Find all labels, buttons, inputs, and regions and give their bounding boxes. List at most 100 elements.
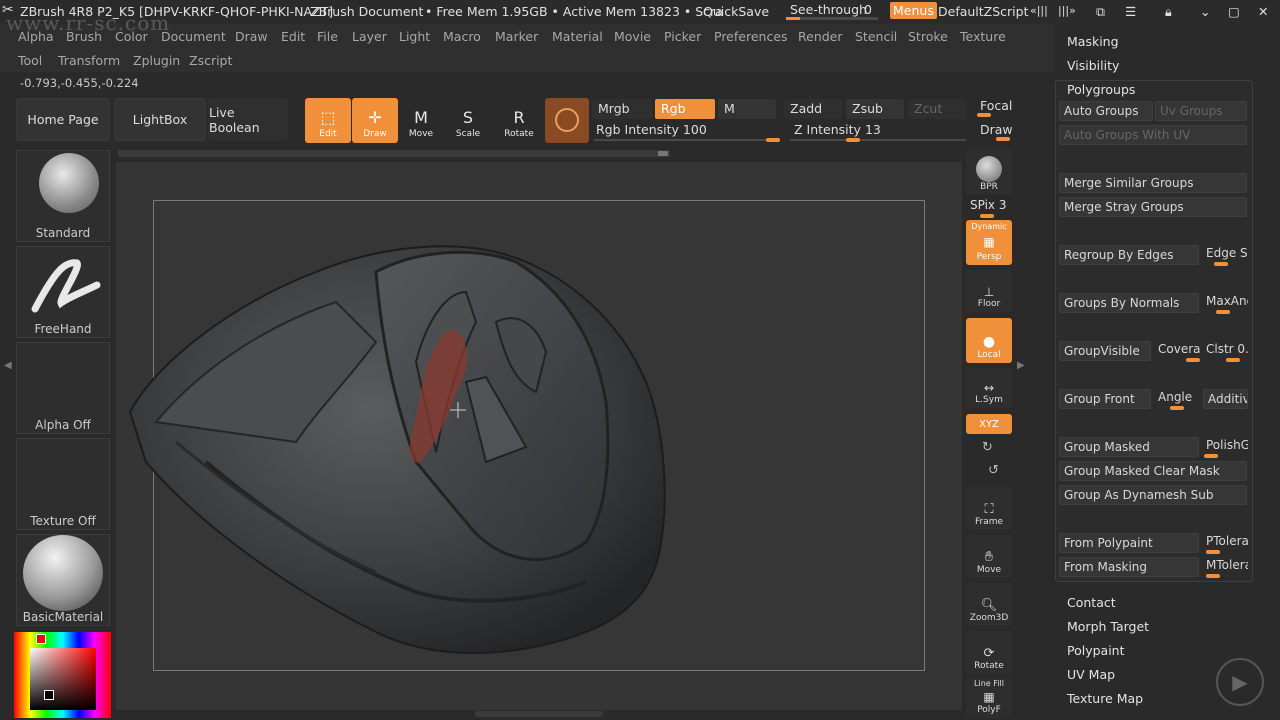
zoom3d-button[interactable]: 🔍︎ Zoom3D	[966, 583, 1012, 626]
main-color-swatch[interactable]	[36, 634, 46, 644]
xyz-button[interactable]: XYZ	[966, 414, 1012, 434]
default-script-button[interactable]: DefaultZScript	[938, 4, 1029, 19]
material-selector[interactable]: BasicMaterial	[16, 534, 110, 626]
regroup-by-edges-button[interactable]: Regroup By Edges	[1059, 245, 1199, 265]
menu-draw[interactable]: Draw	[235, 29, 268, 44]
polypaint-tolerance-slider[interactable]: PTolera	[1206, 534, 1248, 548]
group-as-dynamesh-sub-button[interactable]: Group As Dynamesh Sub	[1059, 485, 1247, 505]
menu-document[interactable]: Document	[161, 29, 226, 44]
angle-slider[interactable]: Angle	[1158, 390, 1200, 404]
stroke-selector[interactable]: FreeHand	[16, 246, 110, 338]
menu-zscript[interactable]: Zscript	[189, 53, 232, 68]
zadd-toggle[interactable]: Zadd	[784, 99, 842, 119]
window-tile-icon[interactable]: ⧉	[1096, 4, 1105, 20]
menus-toggle[interactable]: Menus	[890, 2, 937, 19]
frame-button[interactable]: ⛶ Frame	[966, 487, 1012, 530]
window-list-icon[interactable]: ☰	[1125, 4, 1136, 19]
edge-sensitivity-slider[interactable]: Edge Se	[1206, 246, 1248, 260]
uv-groups-button[interactable]: Uv Groups	[1155, 101, 1247, 121]
rgb-intensity-track[interactable]	[594, 139, 780, 141]
move-mode-button[interactable]: M Move	[398, 98, 444, 143]
left-tray-arrow-icon[interactable]: ◀	[4, 360, 12, 371]
home-page-button[interactable]: Home Page	[16, 98, 110, 141]
rgb-intensity-slider[interactable]: Rgb Intensity 100	[596, 122, 707, 137]
z-intensity-knob[interactable]	[846, 138, 860, 142]
scale-mode-button[interactable]: S Scale	[445, 98, 491, 143]
layout-left-icon[interactable]: «|||	[1030, 4, 1048, 17]
close-icon[interactable]: ✕	[1258, 4, 1268, 19]
group-masked-button[interactable]: Group Masked	[1059, 437, 1199, 457]
persp-button[interactable]: Dynamic ▦ Persp	[966, 220, 1012, 265]
play-icon[interactable]: ▶	[1216, 658, 1264, 706]
rotate-z-icon[interactable]: ↺	[988, 463, 999, 478]
polygroups-section[interactable]: Polygroups	[1067, 82, 1135, 97]
draw-mode-button[interactable]: ✛ Draw	[352, 98, 398, 143]
auto-groups-button[interactable]: Auto Groups	[1059, 101, 1153, 121]
menu-transform[interactable]: Transform	[58, 53, 120, 68]
rgb-toggle[interactable]: Rgb	[655, 99, 715, 119]
m-toggle[interactable]: M	[718, 99, 776, 119]
masking-tolerance-knob[interactable]	[1206, 574, 1220, 578]
viewport-bottom-scroll[interactable]	[475, 711, 603, 717]
coverage-slider[interactable]: Coverag	[1158, 342, 1200, 356]
from-polypaint-button[interactable]: From Polypaint	[1059, 533, 1199, 553]
maximize-icon[interactable]: ▢	[1228, 4, 1240, 19]
z-intensity-track[interactable]	[790, 139, 966, 141]
groups-by-normals-button[interactable]: Groups By Normals	[1059, 293, 1199, 313]
menu-light[interactable]: Light	[399, 29, 430, 44]
z-intensity-slider[interactable]: Z Intensity 13	[794, 122, 881, 137]
draw-size-slider-knob[interactable]	[996, 137, 1010, 141]
lock-icon[interactable]: 🔒︎	[1165, 4, 1172, 20]
group-visible-button[interactable]: GroupVisible	[1059, 341, 1151, 361]
menu-texture[interactable]: Texture	[960, 29, 1006, 44]
layout-right-icon[interactable]: |||»	[1058, 4, 1076, 17]
menu-preferences[interactable]: Preferences	[714, 29, 788, 44]
coverage-knob[interactable]	[1186, 358, 1200, 362]
edge-sensitivity-knob[interactable]	[1214, 262, 1228, 266]
local-button[interactable]: ● Local	[966, 318, 1012, 363]
menu-stroke[interactable]: Stroke	[908, 29, 948, 44]
zsub-toggle[interactable]: Zsub	[846, 99, 904, 119]
texture-selector[interactable]: Texture Off	[16, 438, 110, 530]
focal-slider-knob[interactable]	[977, 113, 991, 117]
rotate-y-icon[interactable]: ↻	[982, 440, 993, 455]
move-view-button[interactable]: ✋︎ Move	[966, 535, 1012, 578]
right-tray-arrow-icon[interactable]: ▶	[1017, 360, 1025, 371]
polyf-button[interactable]: Line Fill ▦ PolyF	[966, 678, 1012, 718]
additive-toggle[interactable]: Additive	[1203, 389, 1248, 409]
cluster-knob[interactable]	[1226, 358, 1240, 362]
merge-similar-groups-button[interactable]: Merge Similar Groups	[1059, 173, 1247, 193]
bpr-button[interactable]: BPR	[966, 150, 1012, 195]
material-swatch-button[interactable]	[545, 98, 589, 143]
menu-edit[interactable]: Edit	[281, 29, 305, 44]
menu-zplugin[interactable]: Zplugin	[133, 53, 180, 68]
polypaint-section[interactable]: Polypaint	[1067, 643, 1125, 658]
live-boolean-button[interactable]: Live Boolean	[208, 98, 288, 141]
angle-knob[interactable]	[1170, 406, 1184, 410]
focal-shift-label[interactable]: Focal	[980, 98, 1012, 113]
menu-movie[interactable]: Movie	[614, 29, 651, 44]
secondary-color-swatch[interactable]	[44, 690, 54, 700]
see-through-label[interactable]: See-through	[790, 2, 867, 17]
menu-stencil[interactable]: Stencil	[855, 29, 897, 44]
color-picker[interactable]	[14, 632, 111, 718]
group-masked-clear-mask-button[interactable]: Group Masked Clear Mask	[1059, 461, 1247, 481]
menu-render[interactable]: Render	[798, 29, 843, 44]
auto-groups-uv-button[interactable]: Auto Groups With UV	[1059, 125, 1247, 145]
draw-size-label[interactable]: Draw	[980, 122, 1013, 137]
lightbox-button[interactable]: LightBox	[114, 98, 206, 141]
menu-macro[interactable]: Macro	[443, 29, 481, 44]
contact-section[interactable]: Contact	[1067, 595, 1116, 610]
texture-map-section[interactable]: Texture Map	[1067, 691, 1143, 706]
polish-groups-knob[interactable]	[1204, 454, 1218, 458]
brush-selector[interactable]: Standard	[16, 150, 110, 242]
visibility-section[interactable]: Visibility	[1067, 58, 1119, 73]
masking-tolerance-slider[interactable]: MTolera	[1206, 558, 1248, 572]
rotate-view-button[interactable]: ⟳ Rotate	[966, 631, 1012, 674]
menu-layer[interactable]: Layer	[352, 29, 387, 44]
spix-slider[interactable]: SPix 3	[970, 198, 1007, 212]
rgb-intensity-knob[interactable]	[766, 138, 780, 142]
cluster-slider[interactable]: Clstr 0.1	[1206, 342, 1248, 356]
menu-marker[interactable]: Marker	[495, 29, 538, 44]
rotate-mode-button[interactable]: R Rotate	[496, 98, 542, 143]
